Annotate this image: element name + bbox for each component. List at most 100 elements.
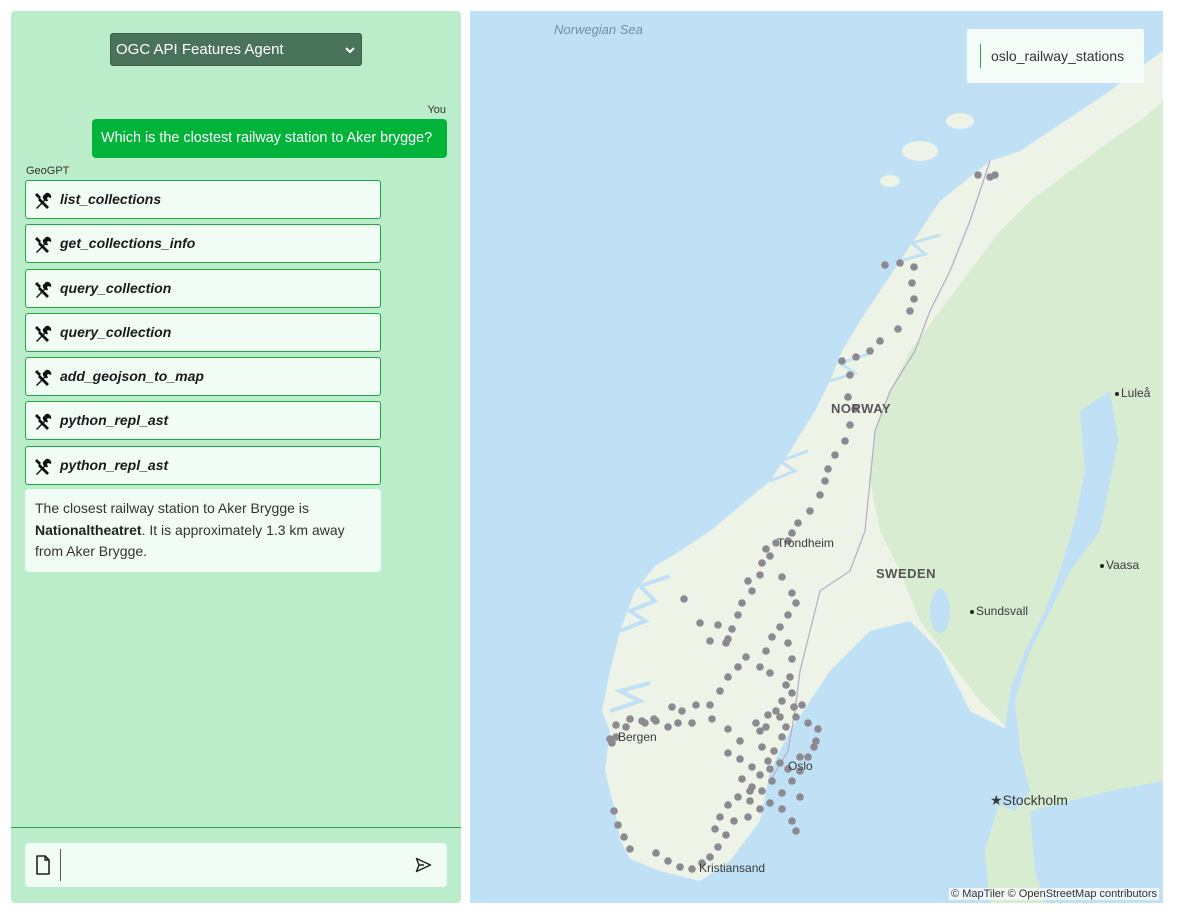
station-point[interactable] (768, 777, 776, 785)
station-point[interactable] (638, 717, 646, 725)
station-point[interactable] (680, 595, 688, 603)
station-point[interactable] (881, 261, 889, 269)
station-point[interactable] (778, 733, 786, 741)
station-point[interactable] (746, 787, 754, 795)
station-point[interactable] (734, 793, 742, 801)
station-point[interactable] (788, 689, 796, 697)
station-point[interactable] (804, 719, 812, 727)
message-input[interactable] (25, 843, 447, 887)
station-point[interactable] (776, 759, 784, 767)
map-attribution[interactable]: © MapTiler © OpenStreetMap contributors (949, 888, 1159, 900)
station-point[interactable] (788, 817, 796, 825)
station-point[interactable] (788, 655, 796, 663)
station-point[interactable] (734, 611, 742, 619)
station-point[interactable] (784, 639, 792, 647)
station-point[interactable] (764, 757, 772, 765)
station-point[interactable] (746, 797, 754, 805)
tool-call[interactable]: python_repl_ast (25, 445, 381, 485)
station-point[interactable] (752, 719, 760, 727)
station-point[interactable] (614, 821, 622, 829)
station-point[interactable] (786, 673, 794, 681)
station-point[interactable] (784, 611, 792, 619)
station-point[interactable] (876, 337, 884, 345)
station-point[interactable] (788, 589, 796, 597)
station-point[interactable] (778, 697, 786, 705)
station-point[interactable] (610, 807, 618, 815)
station-point[interactable] (650, 715, 658, 723)
station-point[interactable] (626, 845, 634, 853)
station-point[interactable] (824, 465, 832, 473)
station-point[interactable] (798, 701, 806, 709)
station-point[interactable] (664, 723, 672, 731)
station-point[interactable] (806, 507, 814, 515)
station-point[interactable] (652, 849, 660, 857)
layer-legend[interactable]: oslo_railway_stations (967, 29, 1144, 83)
station-point[interactable] (782, 723, 790, 731)
station-point[interactable] (756, 805, 764, 813)
station-point[interactable] (664, 857, 672, 865)
tool-call[interactable]: query_collection (25, 312, 381, 352)
station-point[interactable] (758, 559, 766, 567)
agent-select[interactable]: OGC API Features Agent (110, 33, 362, 66)
station-point[interactable] (756, 571, 764, 579)
station-point[interactable] (866, 347, 874, 355)
station-point[interactable] (831, 451, 839, 459)
station-point[interactable] (776, 623, 784, 631)
station-point[interactable] (738, 599, 746, 607)
station-point[interactable] (696, 619, 704, 627)
station-point[interactable] (846, 371, 854, 379)
station-point[interactable] (792, 599, 800, 607)
station-point[interactable] (608, 739, 616, 747)
tool-call[interactable]: python_repl_ast (25, 401, 381, 441)
file-icon[interactable] (35, 855, 51, 875)
station-point[interactable] (730, 817, 738, 825)
station-point[interactable] (852, 353, 860, 361)
station-point[interactable] (762, 723, 770, 731)
tool-call[interactable]: add_geojson_to_map (25, 357, 381, 397)
station-point[interactable] (724, 749, 732, 757)
station-point[interactable] (762, 647, 770, 655)
station-point[interactable] (728, 625, 736, 633)
station-point[interactable] (738, 775, 746, 783)
station-point[interactable] (810, 743, 818, 751)
station-point[interactable] (778, 805, 786, 813)
station-point[interactable] (821, 477, 829, 485)
station-point[interactable] (724, 673, 732, 681)
station-point[interactable] (756, 771, 764, 779)
station-point[interactable] (744, 813, 752, 821)
station-point[interactable] (794, 519, 802, 527)
station-point[interactable] (766, 799, 774, 807)
station-point[interactable] (766, 669, 774, 677)
station-point[interactable] (688, 719, 696, 727)
station-point[interactable] (792, 827, 800, 835)
station-point[interactable] (841, 437, 849, 445)
station-point[interactable] (722, 831, 730, 839)
station-point[interactable] (778, 789, 786, 797)
station-point[interactable] (770, 747, 778, 755)
station-point[interactable] (724, 801, 732, 809)
station-point[interactable] (756, 663, 764, 671)
station-point[interactable] (896, 259, 904, 267)
station-point[interactable] (716, 813, 724, 821)
station-point[interactable] (790, 703, 798, 711)
station-point[interactable] (766, 552, 774, 560)
station-point[interactable] (706, 637, 714, 645)
station-point[interactable] (766, 765, 774, 773)
station-point[interactable] (814, 725, 822, 733)
tool-call[interactable]: list_collections (25, 180, 381, 219)
station-point[interactable] (910, 263, 918, 271)
station-point[interactable] (758, 743, 766, 751)
station-point[interactable] (706, 701, 714, 709)
station-point[interactable] (768, 633, 776, 641)
station-point[interactable] (668, 703, 676, 711)
station-point[interactable] (716, 687, 724, 695)
station-point[interactable] (674, 719, 682, 727)
station-point[interactable] (844, 393, 852, 401)
station-point[interactable] (714, 843, 722, 851)
station-point[interactable] (744, 577, 752, 585)
station-point[interactable] (748, 763, 756, 771)
station-point[interactable] (722, 639, 730, 647)
station-point[interactable] (676, 863, 684, 871)
station-point[interactable] (910, 295, 918, 303)
station-point[interactable] (894, 325, 902, 333)
